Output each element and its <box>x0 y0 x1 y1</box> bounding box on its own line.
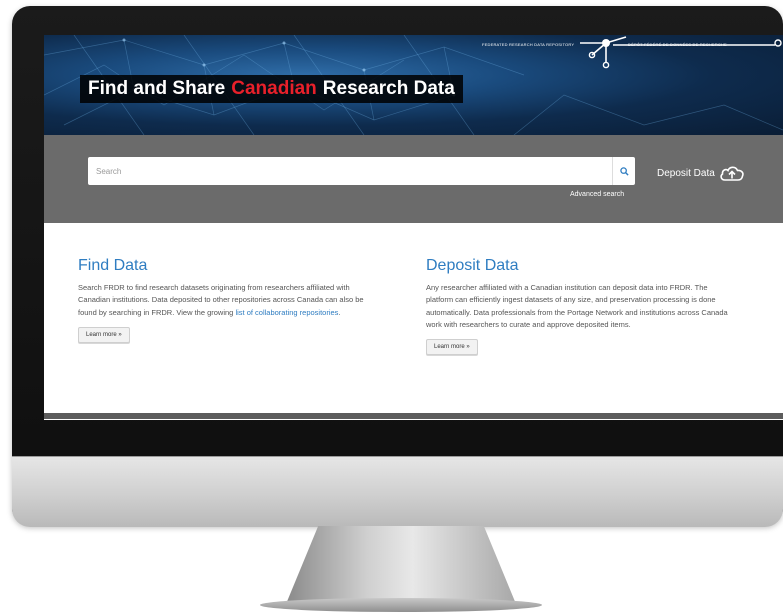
main-content: Find Data Search FRDR to find research d… <box>44 223 783 420</box>
advanced-search-link[interactable]: Advanced search <box>570 191 624 198</box>
find-data-description: Search FRDR to find research datasets or… <box>78 282 383 319</box>
search-input[interactable] <box>88 157 612 185</box>
deposit-data-learn-more-button[interactable]: Learn more » <box>426 339 478 356</box>
search-button[interactable] <box>612 157 635 185</box>
monitor-mockup: FEDERATED RESEARCH DATA REPOSITORY DÉPÔT… <box>0 0 783 616</box>
find-data-learn-more-button[interactable]: Learn more » <box>78 326 130 343</box>
hero-banner: FEDERATED RESEARCH DATA REPOSITORY DÉPÔT… <box>44 35 783 135</box>
hero-title-part2: Research Data <box>322 78 455 99</box>
hero-title-accent: Canadian <box>231 78 317 99</box>
find-data-section: Find Data Search FRDR to find research d… <box>78 257 383 343</box>
header-decoration-line <box>613 39 782 47</box>
deposit-data-link[interactable]: Deposit Data <box>657 164 745 182</box>
monitor-chin <box>12 456 783 527</box>
search-band: Advanced search Deposit Data <box>44 135 783 223</box>
repository-name-en: FEDERATED RESEARCH DATA REPOSITORY <box>482 42 575 47</box>
cloud-upload-icon <box>719 164 745 182</box>
collaborating-repositories-link[interactable]: list of collaborating repositories <box>235 308 338 317</box>
find-data-title: Find Data <box>78 257 148 274</box>
deposit-data-title: Deposit Data <box>426 257 519 274</box>
monitor-stand-neck <box>286 526 516 604</box>
find-data-body-end: . <box>338 307 341 317</box>
hero-title: Find and Share Canadian Research Data <box>80 75 463 103</box>
site-footer-strip <box>44 413 783 419</box>
monitor-stand-base <box>260 598 542 612</box>
search-icon <box>619 166 629 176</box>
deposit-data-section: Deposit Data Any researcher affiliated w… <box>426 257 736 356</box>
deposit-data-label: Deposit Data <box>657 167 715 179</box>
hero-title-part1: Find and Share <box>88 78 226 99</box>
website-screen: FEDERATED RESEARCH DATA REPOSITORY DÉPÔT… <box>44 35 783 420</box>
deposit-data-description: Any researcher affiliated with a Canadia… <box>426 283 728 329</box>
